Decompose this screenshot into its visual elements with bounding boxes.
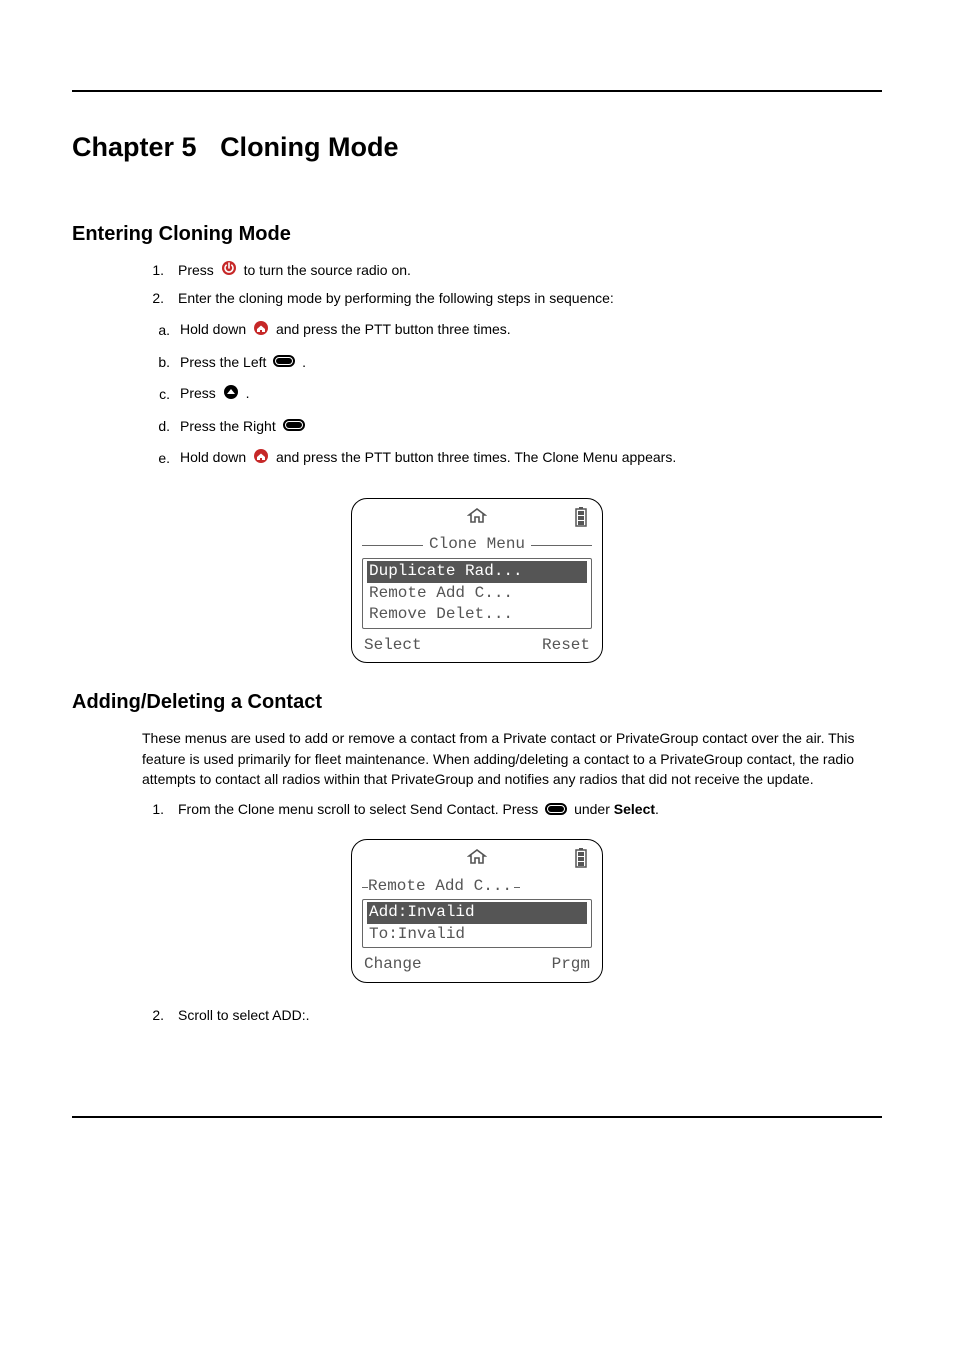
section-heading-adding: Adding/Deleting a Contact xyxy=(72,691,882,714)
battery-icon xyxy=(574,848,588,876)
power-icon xyxy=(221,260,237,282)
substep-e: e. Hold down and press the PTT button th… xyxy=(148,447,882,469)
chapter-prefix: Chapter 5 xyxy=(72,132,197,162)
steps-block-1: 1. Press to turn the source radio on. 2.… xyxy=(72,260,882,480)
softkey-icon xyxy=(283,416,305,437)
substep-b: b. Press the Left . xyxy=(148,352,882,374)
section2-body: These menus are used to add or remove a … xyxy=(142,728,882,789)
menu-item-selected: Add:Invalid xyxy=(367,902,587,924)
menu-item: Remove Delet... xyxy=(367,604,587,626)
softkey-icon xyxy=(273,352,295,373)
step-num: 2. xyxy=(142,288,164,309)
house-icon xyxy=(467,848,487,872)
step-num: 1. xyxy=(142,260,164,281)
section-heading-entering: Entering Cloning Mode xyxy=(72,223,882,246)
bottom-rule xyxy=(72,1116,882,1118)
screen-clone-menu: Clone Menu Duplicate Rad... Remote Add C… xyxy=(72,498,882,664)
softkey-left: Change xyxy=(364,954,422,976)
top-rule xyxy=(72,90,882,92)
house-icon xyxy=(467,507,487,531)
menu-item: To:Invalid xyxy=(367,924,587,946)
step-text: Press to turn the source radio on. xyxy=(178,260,411,282)
screen-remote-add: Remote Add C... Add:Invalid To:Invalid C… xyxy=(72,839,882,983)
screen-title: Clone Menu xyxy=(423,534,531,556)
softkey-right: Reset xyxy=(542,635,590,657)
section2-body-block: These menus are used to add or remove a … xyxy=(72,728,882,821)
s2-step-1: 1. From the Clone menu scroll to select … xyxy=(142,799,882,821)
substep-c: c. Press . xyxy=(148,383,882,405)
menu-item-selected: Duplicate Rad... xyxy=(367,561,587,583)
s2-step-2: 2. Scroll to select ADD:. xyxy=(142,1005,882,1026)
chapter-name: Cloning Mode xyxy=(220,132,398,162)
softkey-right: Prgm xyxy=(552,954,590,976)
chapter-title: Chapter 5 Cloning Mode xyxy=(72,132,882,163)
home-icon xyxy=(253,448,269,470)
home-icon xyxy=(253,320,269,342)
step-1: 1. Press to turn the source radio on. xyxy=(142,260,882,282)
step-2: 2. Enter the cloning mode by performing … xyxy=(142,288,882,479)
battery-icon xyxy=(574,507,588,535)
step-text: Enter the cloning mode by performing the… xyxy=(178,290,614,306)
up-arrow-icon xyxy=(223,384,239,406)
screen-title: Remote Add C... xyxy=(368,876,514,898)
softkey-left: Select xyxy=(364,635,422,657)
menu-item: Remote Add C... xyxy=(367,583,587,605)
softkey-icon xyxy=(545,800,567,821)
page: Chapter 5 Cloning Mode Entering Cloning … xyxy=(0,0,954,1178)
substep-a: a. Hold down and press the PTT button th… xyxy=(148,319,882,341)
substep-d: d. Press the Right xyxy=(148,416,882,438)
